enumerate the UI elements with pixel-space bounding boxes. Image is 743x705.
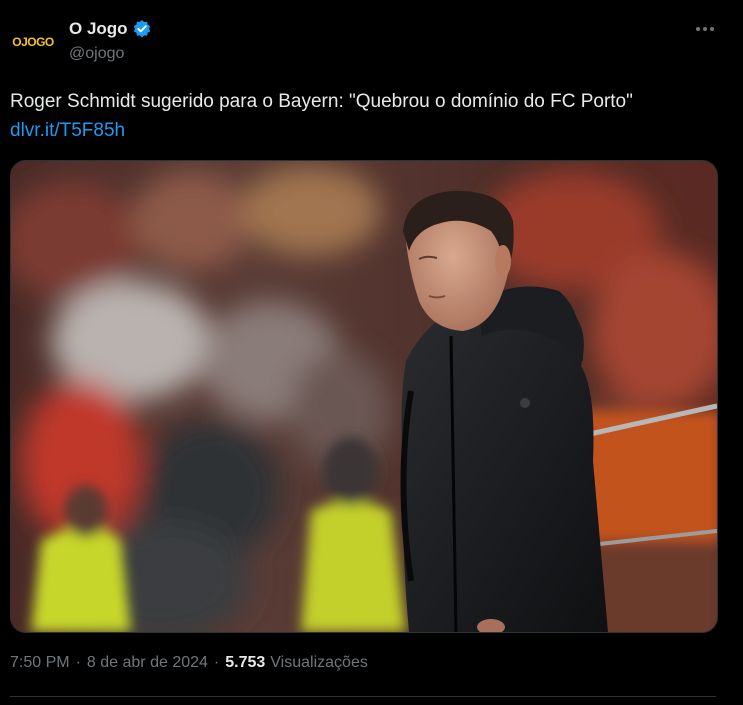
display-name[interactable]: O Jogo [69,19,128,39]
name-row: O Jogo [69,19,152,39]
meta-separator: · [75,654,81,671]
avatar[interactable]: OJOGO [10,18,56,64]
verified-badge-icon [132,19,152,39]
meta-separator: · [213,654,220,671]
views-label: Visualizações [270,654,368,671]
tweet-media-image[interactable] [10,160,718,633]
tweet-time[interactable]: 7:50 PM [10,654,70,672]
tweet-header: OJOGO O Jogo @ojogo [0,0,743,80]
handle[interactable]: @ojogo [69,45,124,63]
more-dots-icon[interactable] [690,18,720,40]
svg-text:OJOGO: OJOGO [12,35,54,49]
coach-photo [11,161,717,632]
tweet-text: Roger Schmidt sugerido para o Bayern: "Q… [10,91,633,112]
tweet-date[interactable]: 8 de abr de 2024 [87,654,208,672]
ojogo-logo: OJOGO [10,18,56,64]
divider [10,696,716,697]
views-count: 5.753 [225,654,266,671]
tweet-meta: 7:50 PM · 8 de abr de 2024 · 5.753 Visua… [10,654,368,672]
tweet-link[interactable]: dlvr.it/T5F85h [10,119,125,143]
